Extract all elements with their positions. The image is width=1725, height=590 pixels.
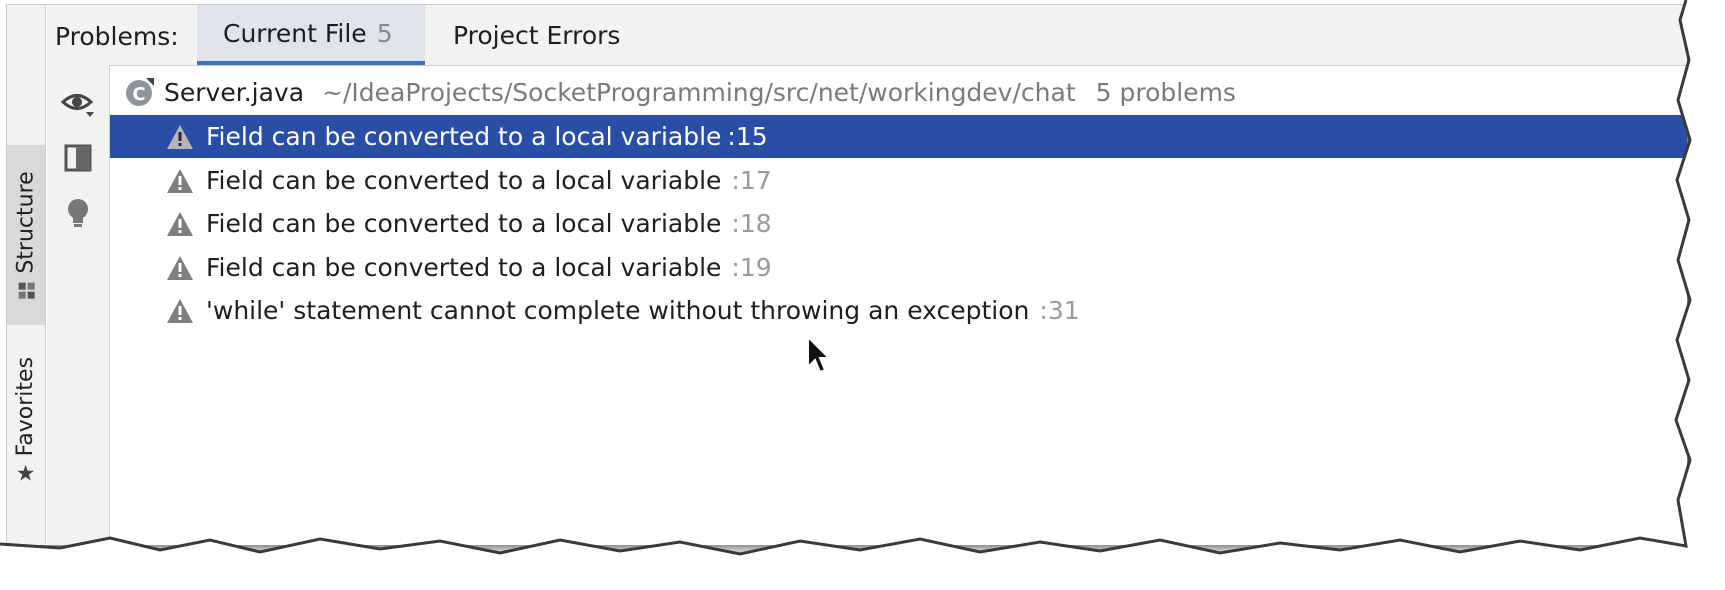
torn-edge-decoration (0, 0, 1725, 590)
mouse-cursor-icon (807, 335, 832, 374)
